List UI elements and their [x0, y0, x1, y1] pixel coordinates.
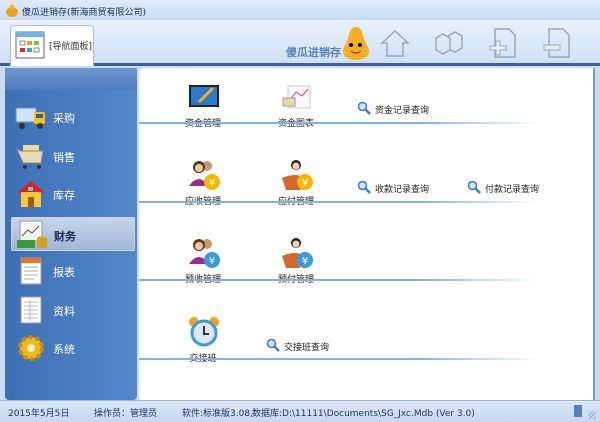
status-bar: 2015年5月5日 操作员：管理员 软件:标准版3.08, 数据库:D:\111… [0, 400, 600, 422]
add-page-icon[interactable] [486, 26, 520, 60]
svg-text:¥: ¥ [302, 178, 308, 189]
document-icon [20, 296, 42, 324]
house-icon [17, 181, 45, 207]
advance-payment-icon: ¥ [282, 238, 313, 268]
sidebar-item-finance[interactable]: 财务 [11, 217, 135, 251]
divider [139, 279, 539, 281]
status-indicator-icon [574, 405, 582, 417]
sidebar-item-label: 报表 [53, 266, 75, 279]
divider [139, 122, 539, 124]
chart-cart-icon [282, 85, 311, 109]
brand-logo-text: 傻瓜进销存 [286, 46, 341, 59]
nav-panel-icon [15, 31, 45, 59]
ledger-icon [189, 85, 219, 107]
sidebar-item-label: 财务 [54, 230, 76, 243]
query-label: 付款记录查询 [485, 185, 540, 195]
sidebar-item-label: 资料 [53, 305, 75, 318]
sidebar-header [5, 68, 137, 90]
svg-text:¥: ¥ [209, 256, 215, 267]
search-icon [357, 180, 371, 194]
modules-icon[interactable] [432, 26, 466, 60]
status-operator: 操作员：管理员 [94, 409, 158, 419]
svg-text:¥: ¥ [209, 178, 215, 189]
app-logo-icon [6, 4, 18, 17]
sidebar: 采购 销售 库存 财务 报表 资料 系统 [5, 68, 137, 400]
home-icon[interactable] [378, 26, 412, 60]
payable-icon: ¥ [282, 160, 313, 190]
status-software: 软件:标准版3.08, [182, 409, 253, 419]
status-date: 2015年5月5日 [8, 409, 70, 419]
sidebar-item-purchase[interactable]: 采购 [11, 100, 135, 134]
query-label: 交接班查询 [284, 343, 330, 353]
sidebar-item-label: 库存 [53, 189, 75, 202]
toolbar: [导航面板] 傻瓜进销存 [0, 20, 600, 66]
query-label: 资金记录查询 [375, 106, 430, 116]
title-bar: 傻瓜进销存(新海商贸有限公司) [0, 0, 600, 20]
divider [139, 358, 539, 360]
alarm-clock-icon [189, 317, 219, 347]
sidebar-item-label: 系统 [53, 343, 75, 356]
advance-receipt-icon: ¥ [189, 239, 220, 268]
search-icon [266, 338, 280, 352]
cart-icon [16, 145, 44, 169]
sidebar-item-label: 销售 [53, 151, 75, 164]
sidebar-item-reports[interactable]: 报表 [11, 254, 135, 288]
status-database: 数据库:D:\11111\Documents\SG_Jxc.Mdb (Ver 3… [252, 409, 475, 419]
sidebar-item-sales[interactable]: 销售 [11, 139, 135, 173]
tab-nav-panel[interactable]: [导航面板] [10, 25, 94, 66]
content-panel: 资金管理 资金图表 资金记录查询 ¥ 应收管理 ¥ 应付管理 收款记录查询 付款… [139, 68, 595, 400]
mascot-logo-icon [342, 27, 370, 60]
receivable-icon: ¥ [189, 161, 220, 190]
sidebar-item-data[interactable]: 资料 [11, 293, 135, 327]
search-icon [357, 101, 371, 115]
report-icon [20, 257, 42, 285]
search-icon [467, 180, 481, 194]
svg-text:¥: ¥ [302, 256, 308, 267]
finance-icon [17, 220, 47, 248]
divider [139, 201, 539, 203]
nav-panel-label: [导航面板] [49, 42, 93, 52]
resize-grip[interactable] [588, 411, 596, 419]
sidebar-item-label: 采购 [53, 112, 75, 125]
truck-icon [15, 107, 45, 129]
gear-icon [18, 335, 44, 361]
query-label: 收款记录查询 [375, 185, 430, 195]
sidebar-item-inventory[interactable]: 库存 [11, 177, 135, 211]
window-title: 傻瓜进销存(新海商贸有限公司) [22, 8, 147, 18]
remove-page-icon[interactable] [540, 26, 574, 60]
sidebar-item-system[interactable]: 系统 [11, 331, 135, 365]
